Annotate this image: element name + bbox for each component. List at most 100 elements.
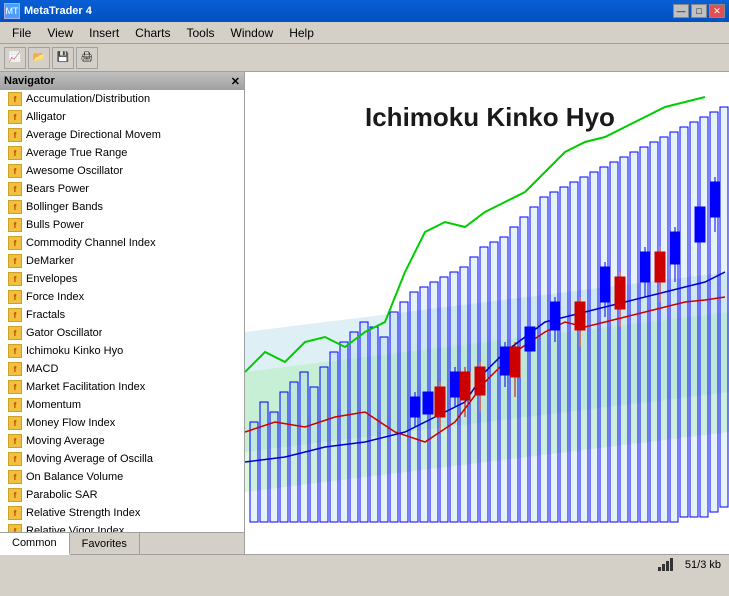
nav-item[interactable]: f Moving Average [0, 432, 244, 450]
nav-item-label: Moving Average of Oscilla [26, 453, 153, 465]
nav-item-label: Force Index [26, 291, 84, 303]
nav-tab-common[interactable]: Common [0, 533, 70, 555]
nav-item-icon: f [8, 128, 22, 142]
nav-item-icon: f [8, 164, 22, 178]
main-area: Navigator ✕ fAccumulation/DistributionfA… [0, 72, 729, 554]
nav-item-icon: f [8, 92, 22, 106]
nav-item[interactable]: fIchimoku Kinko Hyo [0, 342, 244, 360]
nav-item-icon: f [8, 488, 22, 502]
nav-item-label: Bears Power [26, 183, 89, 195]
nav-item-label: Accumulation/Distribution [26, 93, 150, 105]
nav-item-label: DeMarker [26, 255, 74, 267]
nav-item[interactable]: f Moving Average of Oscilla [0, 450, 244, 468]
nav-item-label: Moving Average [26, 435, 105, 447]
nav-item[interactable]: f Gator Oscillator [0, 324, 244, 342]
nav-item-icon: f [8, 326, 22, 340]
nav-item[interactable]: f MACD [0, 360, 244, 378]
nav-item-icon: f [8, 524, 22, 532]
navigator-tabs: CommonFavorites [0, 532, 244, 554]
nav-item-label: Average Directional Movem [26, 129, 161, 141]
new-chart-button[interactable]: 📈 [4, 47, 26, 69]
nav-item[interactable]: f Relative Strength Index [0, 504, 244, 522]
nav-item[interactable]: fParabolic SAR [0, 486, 244, 504]
print-button[interactable]: 🖨 [76, 47, 98, 69]
navigator-close-button[interactable]: ✕ [231, 75, 240, 88]
nav-item-icon: f [8, 380, 22, 394]
navigator-title: Navigator [4, 75, 55, 87]
nav-item-icon: f [8, 416, 22, 430]
window-controls: — □ ✕ [673, 4, 725, 18]
menu-item-file[interactable]: File [4, 24, 39, 42]
menu-item-tools[interactable]: Tools [179, 24, 223, 42]
maximize-button[interactable]: □ [691, 4, 707, 18]
nav-item[interactable]: f Market Facilitation Index [0, 378, 244, 396]
chart-area: Ichimoku Kinko Hyo [245, 72, 729, 554]
nav-item-label: Ichimoku Kinko Hyo [26, 345, 123, 357]
nav-item-label: Market Facilitation Index [26, 381, 145, 393]
menu-item-window[interactable]: Window [223, 24, 282, 42]
window-title: MetaTrader 4 [24, 5, 92, 17]
menu-item-view[interactable]: View [39, 24, 81, 42]
close-button[interactable]: ✕ [709, 4, 725, 18]
nav-item-label: Bollinger Bands [26, 201, 103, 213]
signal-indicator [658, 558, 673, 571]
nav-item[interactable]: f Average Directional Movem [0, 126, 244, 144]
toolbar: 📈 📂 💾 🖨 [0, 44, 729, 72]
minimize-button[interactable]: — [673, 4, 689, 18]
nav-item-label: Envelopes [26, 273, 77, 285]
nav-item-icon: f [8, 398, 22, 412]
nav-item-label: Money Flow Index [26, 417, 115, 429]
nav-item-icon: f [8, 254, 22, 268]
app-icon: MT [4, 3, 20, 19]
nav-item-label: Awesome Oscillator [26, 165, 123, 177]
nav-item[interactable]: fFractals [0, 306, 244, 324]
nav-item-label: Bulls Power [26, 219, 84, 231]
nav-item[interactable]: f Bears Power [0, 180, 244, 198]
nav-item[interactable]: fForce Index [0, 288, 244, 306]
nav-item[interactable]: f Alligator [0, 108, 244, 126]
menu-bar: FileViewInsertChartsToolsWindowHelp [0, 22, 729, 44]
navigator-list[interactable]: f Accumulation/Distribution f Alligator f Ave… [0, 90, 244, 532]
nav-item-icon: f [8, 506, 22, 520]
nav-item[interactable]: f Bollinger Bands [0, 198, 244, 216]
nav-item[interactable]: fEnvelopes [0, 270, 244, 288]
nav-item-icon: f [8, 218, 22, 232]
menu-item-charts[interactable]: Charts [127, 24, 178, 42]
nav-item-icon: f [8, 182, 22, 196]
nav-item[interactable]: f Bulls Power [0, 216, 244, 234]
nav-item[interactable]: f Average True Range [0, 144, 244, 162]
save-button[interactable]: 💾 [52, 47, 74, 69]
nav-item-icon: f [8, 470, 22, 484]
chart-svg [245, 72, 729, 554]
nav-item-label: Gator Oscillator [26, 327, 102, 339]
menu-item-insert[interactable]: Insert [81, 24, 127, 42]
status-bar: 51/3 kb [0, 554, 729, 574]
nav-item-label: Alligator [26, 111, 66, 123]
nav-item-label: Relative Strength Index [26, 507, 140, 519]
nav-item-label: Momentum [26, 399, 81, 411]
nav-item[interactable]: f Momentum [0, 396, 244, 414]
nav-item[interactable]: f Accumulation/Distribution [0, 90, 244, 108]
nav-item[interactable]: f Commodity Channel Index [0, 234, 244, 252]
nav-tab-favorites[interactable]: Favorites [70, 533, 140, 554]
nav-item[interactable]: fRelative Vigor Index [0, 522, 244, 532]
nav-item[interactable]: f DeMarker [0, 252, 244, 270]
status-info: 51/3 kb [685, 559, 721, 571]
nav-item-label: Average True Range [26, 147, 127, 159]
nav-item-icon: f [8, 452, 22, 466]
nav-item[interactable]: f On Balance Volume [0, 468, 244, 486]
nav-item-label: Commodity Channel Index [26, 237, 156, 249]
nav-item-icon: f [8, 200, 22, 214]
nav-item-icon: f [8, 236, 22, 250]
nav-item-label: On Balance Volume [26, 471, 123, 483]
nav-item-icon: f [8, 434, 22, 448]
nav-item[interactable]: f Awesome Oscillator [0, 162, 244, 180]
nav-item-icon: f [8, 110, 22, 124]
nav-item-label: MACD [26, 363, 58, 375]
menu-item-help[interactable]: Help [281, 24, 322, 42]
open-button[interactable]: 📂 [28, 47, 50, 69]
nav-item[interactable]: f Money Flow Index [0, 414, 244, 432]
nav-item-icon: f [8, 308, 22, 322]
nav-item-icon: f [8, 362, 22, 376]
nav-item-icon: f [8, 146, 22, 160]
